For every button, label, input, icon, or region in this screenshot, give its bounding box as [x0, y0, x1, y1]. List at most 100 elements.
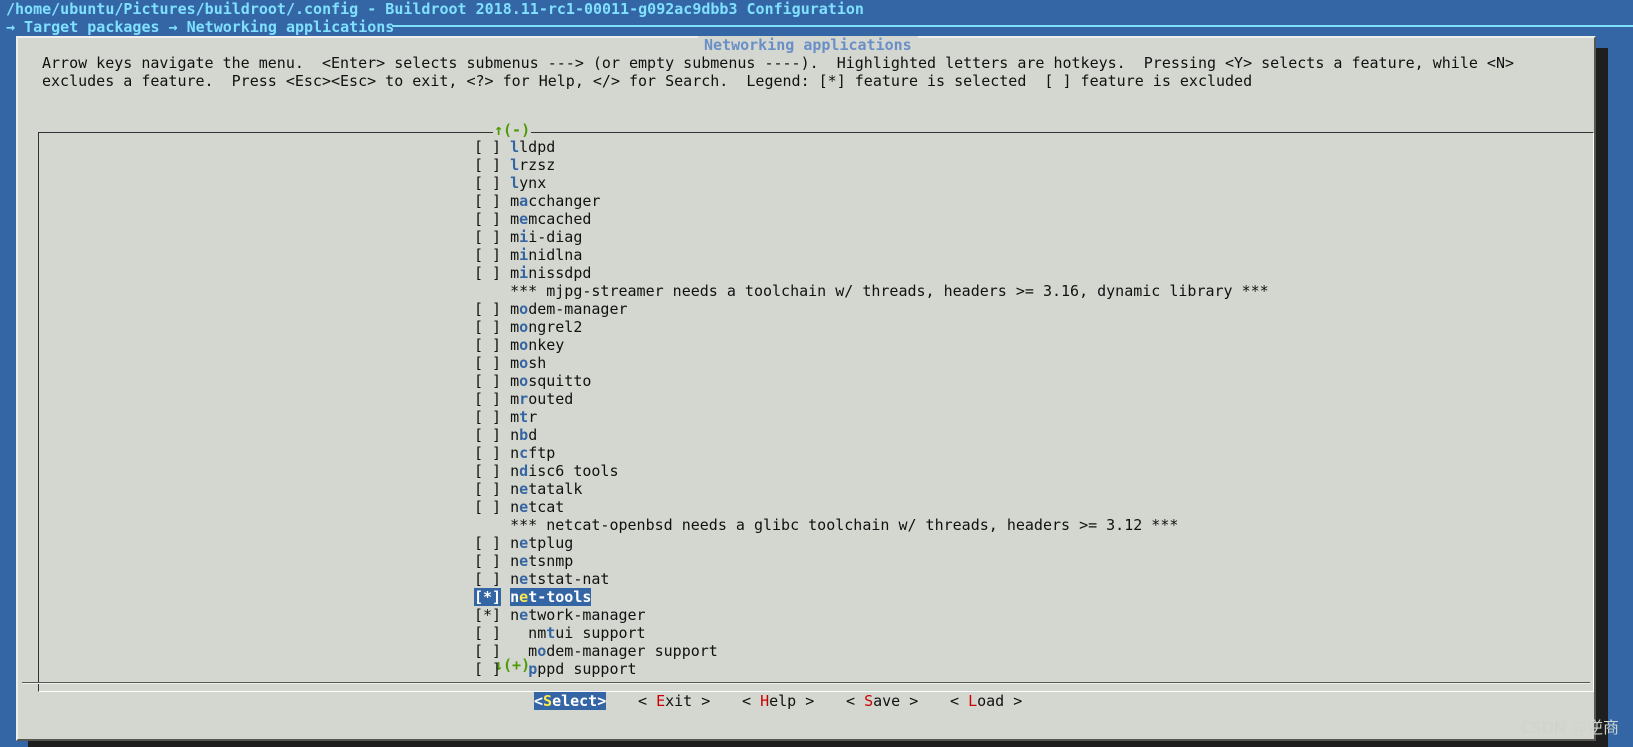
button-label-rest: ave > [873, 692, 919, 710]
menu-item[interactable]: [ ] ndisc6 tools [474, 462, 1269, 480]
menu-item-checkbox[interactable]: [ ] [474, 660, 501, 678]
menu-item[interactable]: [ ] monkey [474, 336, 1269, 354]
menu-item-checkbox[interactable]: [ ] [474, 228, 501, 246]
menu-item[interactable]: [ ] nbd [474, 426, 1269, 444]
menu-item-checkbox[interactable]: [ ] [474, 642, 501, 660]
menu-item-label-rest: ftp [528, 444, 556, 462]
menu-item-checkbox[interactable]: [ ] [474, 390, 501, 408]
menu-item[interactable]: [ ] mosquitto [474, 372, 1269, 390]
menu-item-hotkey: e [519, 534, 529, 552]
menu-item-hotkey: l [510, 138, 520, 156]
menu-item-checkbox[interactable]: [ ] [474, 498, 501, 516]
menu-item-checkbox[interactable]: [*] [474, 588, 502, 606]
menu-item-label-prefix: m [510, 246, 520, 264]
menu-item-label-prefix: n [510, 462, 520, 480]
menu-item-label-prefix: n [510, 534, 520, 552]
menu-item-checkbox[interactable]: [ ] [474, 156, 501, 174]
menu-item[interactable]: [ ] nmtui support [474, 624, 1269, 642]
menu-item-label: netstat-nat [510, 570, 609, 588]
menu-item-label-rest: ngrel2 [528, 318, 583, 336]
menu-item-label-prefix: m [510, 642, 538, 660]
menu-item[interactable]: [ ] mrouted [474, 390, 1269, 408]
menu-item-label: minissdpd [510, 264, 591, 282]
button-hotkey: S [864, 692, 874, 710]
menu-item-hotkey: e [519, 588, 529, 606]
menu-item-checkbox[interactable]: [ ] [474, 462, 501, 480]
menu-item-checkbox[interactable]: [ ] [474, 300, 501, 318]
menu-item-checkbox[interactable]: [ ] [474, 372, 501, 390]
menu-item-label-rest: dem-manager support [546, 642, 718, 660]
menu-item[interactable]: [ ] netstat-nat [474, 570, 1269, 588]
menu-item[interactable]: [ ] lynx [474, 174, 1269, 192]
load-button[interactable]: < Load > [950, 692, 1022, 710]
help-button[interactable]: < Help > [742, 692, 814, 710]
menu-item-checkbox[interactable]: [ ] [474, 552, 501, 570]
menu-item-checkbox[interactable]: [ ] [474, 264, 501, 282]
exit-button[interactable]: < Exit > [638, 692, 710, 710]
menu-item-label-prefix: m [510, 354, 520, 372]
menu-item-checkbox[interactable]: [*] [474, 606, 501, 624]
dialog-shadow [1596, 48, 1608, 747]
menu-dialog: Networking applications Arrow keys navig… [16, 36, 1596, 741]
menu-item-label-prefix: n [510, 426, 520, 444]
menu-item[interactable]: [ ] lrzsz [474, 156, 1269, 174]
menu-item-checkbox[interactable]: [ ] [474, 408, 501, 426]
save-button[interactable]: < Save > [846, 692, 918, 710]
menu-item-label-prefix: m [510, 336, 520, 354]
menu-item-hotkey: p [528, 660, 538, 678]
menu-item[interactable]: [ ] memcached [474, 210, 1269, 228]
menu-item-checkbox[interactable]: [ ] [474, 624, 501, 642]
menu-item-checkbox[interactable]: [ ] [474, 570, 501, 588]
menu-item[interactable]: [*] net-tools [474, 588, 1269, 606]
select-button[interactable]: <Select> [534, 692, 607, 710]
menu-item-checkbox[interactable]: [ ] [474, 444, 501, 462]
menu-item-hotkey: e [519, 570, 529, 588]
menu-item[interactable]: [ ] mongrel2 [474, 318, 1269, 336]
menu-item[interactable]: [ ] netcat [474, 498, 1269, 516]
menu-item[interactable]: [ ] mosh [474, 354, 1269, 372]
menu-item-label: mtr [510, 408, 537, 426]
menu-item[interactable]: [ ] mii-diag [474, 228, 1269, 246]
menu-item-label-rest: r [528, 408, 538, 426]
menu-item-checkbox[interactable]: [ ] [474, 174, 501, 192]
menu-item[interactable]: [ ] minidlna [474, 246, 1269, 264]
menu-item-checkbox[interactable]: [ ] [474, 534, 501, 552]
menu-item-label: mosquitto [510, 372, 591, 390]
menu-item-label-rest: ui support [555, 624, 646, 642]
menu-item[interactable]: [ ] pppd support [474, 660, 1269, 678]
menu-item[interactable]: [ ] modem-manager [474, 300, 1269, 318]
menu-item[interactable]: [ ] ncftp [474, 444, 1269, 462]
menu-item[interactable]: [ ] modem-manager support [474, 642, 1269, 660]
help-line-1: Arrow keys navigate the menu. <Enter> se… [42, 54, 1515, 72]
menu-item-checkbox[interactable]: [ ] [474, 336, 501, 354]
menu-item[interactable]: [*] network-manager [474, 606, 1269, 624]
menu-item-checkbox[interactable]: [ ] [474, 246, 501, 264]
menu-item-hotkey: t [519, 408, 529, 426]
menu-item-checkbox[interactable]: [ ] [474, 480, 501, 498]
button-label-prefix: < [950, 692, 969, 710]
menu-item-checkbox[interactable]: [ ] [474, 318, 501, 336]
menu-item[interactable]: [ ] netplug [474, 534, 1269, 552]
menu-item-checkbox[interactable]: [ ] [474, 354, 501, 372]
menu-item-label: netplug [510, 534, 573, 552]
menu-item[interactable]: [ ] lldpd [474, 138, 1269, 156]
menu-item[interactable]: [ ] mtr [474, 408, 1269, 426]
dialog-title: Networking applications [698, 36, 918, 54]
menu-item-label-rest: rzsz [519, 156, 556, 174]
button-label-prefix: < [534, 692, 544, 710]
menu-item-label-rest: d [528, 426, 538, 444]
menu-item-checkbox[interactable]: [ ] [474, 192, 501, 210]
button-label-rest: elp > [769, 692, 815, 710]
menu-item-checkbox[interactable]: [ ] [474, 210, 501, 228]
menu-item-label: mrouted [510, 390, 573, 408]
menu-item-label-prefix: m [510, 318, 520, 336]
menu-item[interactable]: [ ] minissdpd [474, 264, 1269, 282]
menu-item-label: modem-manager support [510, 642, 718, 660]
menu-item-label-rest: nidlna [528, 246, 583, 264]
menu-item[interactable]: [ ] macchanger [474, 192, 1269, 210]
menu-item[interactable]: [ ] netatalk [474, 480, 1269, 498]
menu-item-checkbox[interactable]: [ ] [474, 138, 501, 156]
button-label-prefix: < [742, 692, 761, 710]
menu-item-checkbox[interactable]: [ ] [474, 426, 501, 444]
menu-item[interactable]: [ ] netsnmp [474, 552, 1269, 570]
